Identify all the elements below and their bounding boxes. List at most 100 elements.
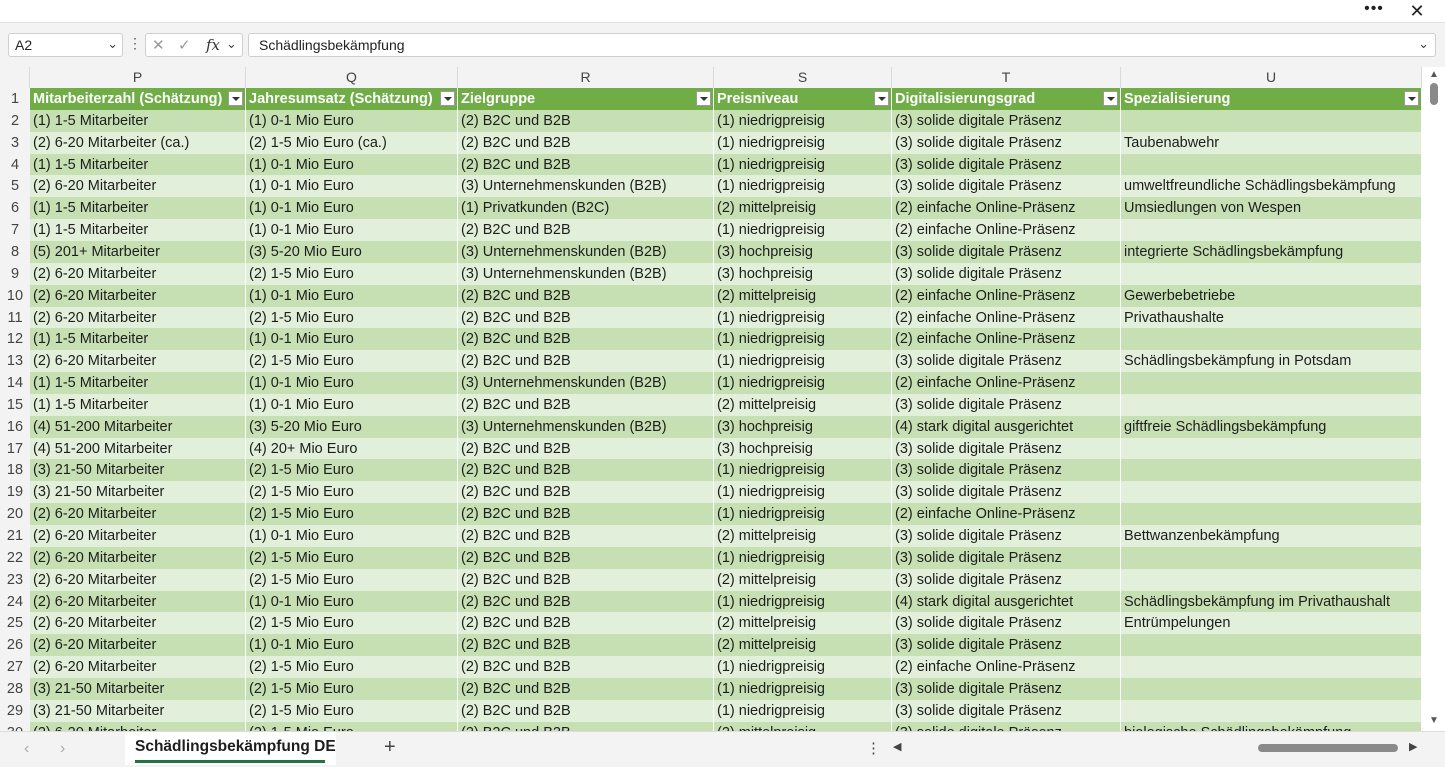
row-header[interactable]: 27: [0, 656, 30, 679]
table-cell[interactable]: (2) 1-5 Mio Euro (ca.): [246, 131, 458, 154]
horizontal-scroll-thumb[interactable]: [1258, 744, 1398, 752]
table-cell[interactable]: (3) solide digitale Präsenz: [892, 546, 1121, 569]
table-cell[interactable]: (2) B2C und B2B: [458, 284, 714, 307]
column-header-p[interactable]: P: [30, 67, 246, 88]
table-cell[interactable]: (1) 1-5 Mitarbeiter: [30, 153, 246, 176]
table-cell[interactable]: Umsiedlungen von Wespen: [1121, 197, 1422, 220]
table-cell[interactable]: (3) solide digitale Präsenz: [892, 240, 1121, 263]
table-cell[interactable]: (3) Unternehmenskunden (B2B): [458, 240, 714, 263]
table-cell[interactable]: Schädlingsbekämpfung im Privathaushalt: [1121, 590, 1422, 613]
table-cell[interactable]: [1121, 153, 1422, 176]
table-cell[interactable]: (3) hochpreisig: [714, 240, 892, 263]
table-cell[interactable]: (2) 6-20 Mitarbeiter: [30, 546, 246, 569]
table-cell[interactable]: (2) mittelpreisig: [714, 525, 892, 547]
table-cell[interactable]: (3) 5-20 Mio Euro: [246, 240, 458, 263]
table-cell[interactable]: [1121, 459, 1422, 482]
table-cell[interactable]: (3) solide digitale Präsenz: [892, 525, 1121, 547]
table-cell[interactable]: (3) 21-50 Mitarbeiter: [30, 677, 246, 700]
table-cell[interactable]: (3) solide digitale Präsenz: [892, 721, 1121, 731]
row-header[interactable]: 3: [0, 131, 30, 154]
table-cell[interactable]: (3) solide digitale Präsenz: [892, 699, 1121, 722]
scroll-down-icon[interactable]: ▼: [1429, 715, 1439, 726]
table-cell[interactable]: (2) B2C und B2B: [458, 350, 714, 373]
table-cell[interactable]: (3) solide digitale Präsenz: [892, 175, 1121, 198]
table-cell[interactable]: (1) niedrigpreisig: [714, 656, 892, 679]
row-header[interactable]: 2: [0, 109, 30, 132]
table-cell[interactable]: (1) 1-5 Mitarbeiter: [30, 372, 246, 395]
table-cell[interactable]: (2) einfache Online-Präsenz: [892, 197, 1121, 220]
table-cell[interactable]: (1) 0-1 Mio Euro: [246, 525, 458, 547]
table-cell[interactable]: (4) 20+ Mio Euro: [246, 437, 458, 460]
table-cell[interactable]: (1) 0-1 Mio Euro: [246, 372, 458, 395]
table-cell[interactable]: (2) 1-5 Mio Euro: [246, 656, 458, 679]
table-cell[interactable]: (2) einfache Online-Präsenz: [892, 328, 1121, 351]
table-cell[interactable]: (1) niedrigpreisig: [714, 481, 892, 504]
table-cell[interactable]: (2) B2C und B2B: [458, 219, 714, 242]
table-cell[interactable]: (3) solide digitale Präsenz: [892, 153, 1121, 176]
table-cell[interactable]: (1) niedrigpreisig: [714, 699, 892, 722]
table-header-cell[interactable]: Digitalisierungsgrad: [892, 88, 1121, 110]
table-cell[interactable]: giftfreie Schädlingsbekämpfung: [1121, 415, 1422, 438]
table-cell[interactable]: (1) 0-1 Mio Euro: [246, 219, 458, 242]
chevron-down-icon[interactable]: ⌄: [226, 36, 237, 52]
table-cell[interactable]: (2) mittelpreisig: [714, 393, 892, 416]
table-cell[interactable]: (1) niedrigpreisig: [714, 328, 892, 351]
table-cell[interactable]: [1121, 699, 1422, 722]
row-header[interactable]: 15: [0, 393, 30, 416]
table-cell[interactable]: (3) solide digitale Präsenz: [892, 481, 1121, 504]
table-cell[interactable]: Gewerbebetriebe: [1121, 284, 1422, 307]
filter-dropdown-icon[interactable]: [228, 91, 243, 106]
next-sheet-icon[interactable]: ›: [60, 740, 65, 758]
row-header[interactable]: 6: [0, 197, 30, 220]
table-cell[interactable]: (2) 1-5 Mio Euro: [246, 459, 458, 482]
table-cell[interactable]: [1121, 219, 1422, 242]
table-cell[interactable]: (2) einfache Online-Präsenz: [892, 503, 1121, 526]
table-cell[interactable]: (1) niedrigpreisig: [714, 153, 892, 176]
table-cell[interactable]: (1) niedrigpreisig: [714, 503, 892, 526]
table-cell[interactable]: (1) niedrigpreisig: [714, 175, 892, 198]
scroll-right-icon[interactable]: ▶: [1409, 740, 1417, 753]
insert-function-icon[interactable]: fx: [206, 36, 220, 54]
add-sheet-button[interactable]: +: [384, 736, 396, 759]
row-header[interactable]: 8: [0, 240, 30, 263]
expand-formula-icon[interactable]: ⌄: [1418, 36, 1429, 52]
table-cell[interactable]: (1) niedrigpreisig: [714, 677, 892, 700]
table-cell[interactable]: (2) B2C und B2B: [458, 525, 714, 547]
table-cell[interactable]: (2) 1-5 Mio Euro: [246, 262, 458, 285]
table-cell[interactable]: (2) einfache Online-Präsenz: [892, 656, 1121, 679]
row-header[interactable]: 28: [0, 677, 30, 700]
row-header[interactable]: 29: [0, 699, 30, 722]
chevron-down-icon[interactable]: ⌄: [107, 36, 118, 52]
table-cell[interactable]: (1) 1-5 Mitarbeiter: [30, 393, 246, 416]
row-header[interactable]: 24: [0, 590, 30, 613]
table-cell[interactable]: umweltfreundliche Schädlingsbekämpfung: [1121, 175, 1422, 198]
table-cell[interactable]: Bettwanzenbekämpfung: [1121, 525, 1422, 547]
table-header-cell[interactable]: Mitarbeiterzahl (Schätzung): [30, 88, 246, 110]
filter-dropdown-icon[interactable]: [440, 91, 455, 106]
table-cell[interactable]: (3) solide digitale Präsenz: [892, 131, 1121, 154]
table-cell[interactable]: (2) 6-20 Mitarbeiter: [30, 350, 246, 373]
table-header-cell[interactable]: Spezialisierung: [1121, 88, 1422, 110]
table-cell[interactable]: (1) 0-1 Mio Euro: [246, 284, 458, 307]
filter-dropdown-icon[interactable]: [1404, 91, 1419, 106]
table-cell[interactable]: (2) 6-20 Mitarbeiter: [30, 590, 246, 613]
column-header-r[interactable]: R: [458, 67, 714, 88]
enter-icon[interactable]: ✓: [178, 36, 191, 54]
table-cell[interactable]: (2) 1-5 Mio Euro: [246, 350, 458, 373]
table-cell[interactable]: (2) 6-20 Mitarbeiter: [30, 525, 246, 547]
filter-dropdown-icon[interactable]: [696, 91, 711, 106]
table-cell[interactable]: (2) B2C und B2B: [458, 721, 714, 731]
table-cell[interactable]: (3) solide digitale Präsenz: [892, 612, 1121, 635]
table-cell[interactable]: (1) 1-5 Mitarbeiter: [30, 109, 246, 132]
filter-dropdown-icon[interactable]: [874, 91, 889, 106]
close-button[interactable]: ✕: [1406, 0, 1428, 22]
table-header-cell[interactable]: Preisniveau: [714, 88, 892, 110]
table-cell[interactable]: (2) 6-20 Mitarbeiter: [30, 503, 246, 526]
row-header[interactable]: 1: [0, 88, 30, 110]
table-cell[interactable]: (1) 0-1 Mio Euro: [246, 153, 458, 176]
table-cell[interactable]: (3) solide digitale Präsenz: [892, 459, 1121, 482]
table-cell[interactable]: (3) solide digitale Präsenz: [892, 634, 1121, 657]
cancel-icon[interactable]: ✕: [152, 36, 165, 54]
table-cell[interactable]: (3) hochpreisig: [714, 437, 892, 460]
table-cell[interactable]: [1121, 503, 1422, 526]
